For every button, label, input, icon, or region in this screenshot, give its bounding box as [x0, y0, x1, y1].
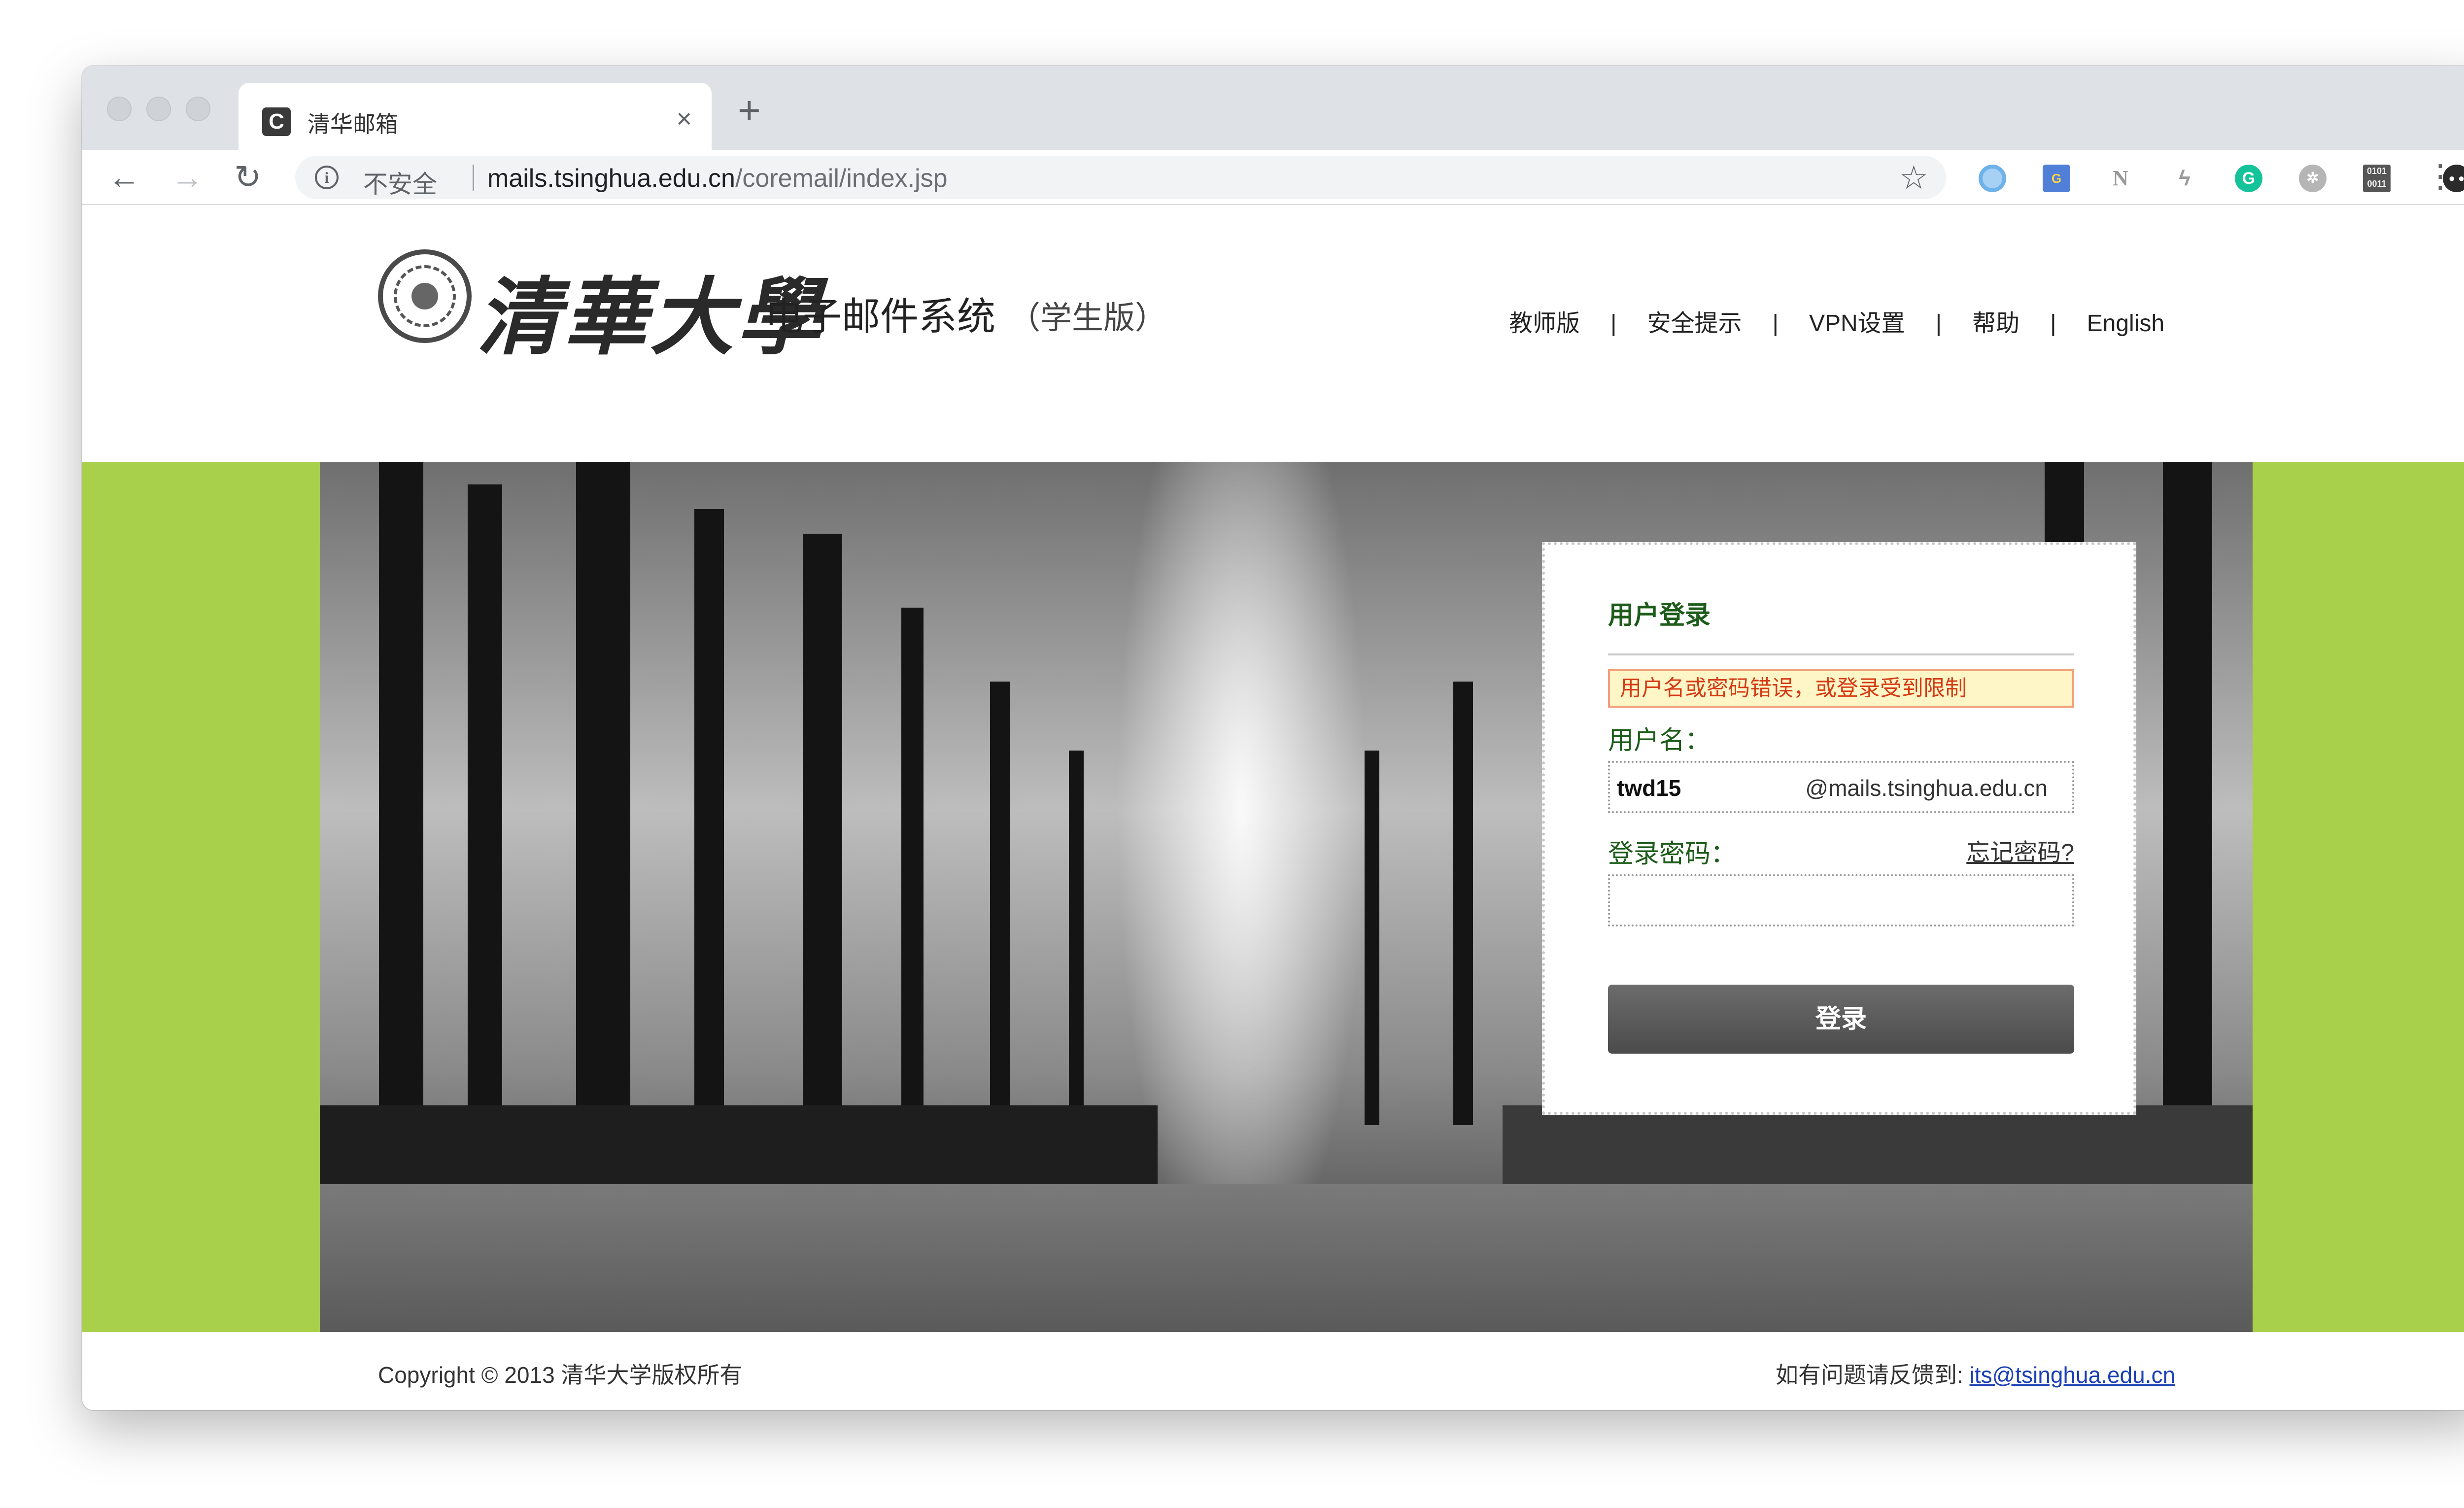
feedback-text: 如有问题请反馈到: its@tsinghua.edu.cn: [1776, 1357, 2175, 1390]
site-info-icon[interactable]: i: [315, 166, 339, 189]
new-tab-icon[interactable]: +: [738, 91, 761, 130]
nav-separator: |: [1772, 310, 1779, 337]
url-text[interactable]: mails.tsinghua.edu.cn/coremail/index.jsp: [487, 164, 948, 193]
nav-separator: |: [1610, 310, 1617, 337]
insecure-label: 不安全: [363, 171, 437, 198]
login-error-message: 用户名或密码错误，或登录受到限制: [1608, 669, 2074, 708]
tree-trunk: [1069, 751, 1084, 1125]
password-label: 登录密码：: [1608, 840, 1737, 868]
nav-help[interactable]: 帮助: [1972, 310, 2019, 337]
tab-close-icon[interactable]: ×: [676, 103, 692, 134]
tree-trunk: [990, 682, 1010, 1125]
circle-ext-icon[interactable]: [1979, 165, 2006, 192]
minimize-window-icon[interactable]: [146, 97, 171, 121]
feedback-email-link[interactable]: its@tsinghua.edu.cn: [1970, 1362, 2176, 1388]
nav-english[interactable]: English: [2087, 310, 2164, 337]
binary-ext-icon[interactable]: 0101 0011: [2363, 165, 2391, 192]
address-bar[interactable]: i 不安全 mails.tsinghua.edu.cn/coremail/ind…: [295, 156, 1946, 199]
reload-icon[interactable]: ↻: [234, 161, 261, 193]
road: [320, 1184, 2253, 1332]
tree-trunk: [694, 509, 724, 1125]
system-name: 电子邮件系统: [765, 295, 996, 338]
tree-trunk: [468, 484, 502, 1125]
tree-trunk: [1365, 751, 1379, 1125]
site-favicon-icon: C: [262, 107, 291, 136]
grammarly-ext-icon[interactable]: G: [2235, 165, 2262, 192]
hedge: [320, 1105, 1158, 1184]
tab-title: 清华邮箱: [308, 111, 398, 137]
gear-ext-icon[interactable]: ✲: [2299, 165, 2327, 192]
domain-suffix: @mails.tsinghua.edu.cn: [1805, 775, 2048, 801]
copyright-text: Copyright © 2013 清华大学版权所有: [378, 1362, 743, 1388]
nav-teacher-edition[interactable]: 教师版: [1509, 310, 1580, 337]
tree-trunk: [379, 462, 423, 1125]
login-divider: [1608, 653, 2074, 655]
n-ext-icon[interactable]: N: [2107, 165, 2134, 192]
browser-window: C 清华邮箱 × + ← → ↻ i 不安全 mails.tsinghua.ed…: [82, 66, 2464, 1410]
forgot-password-link[interactable]: 忘记密码?: [1966, 833, 2074, 867]
bookmark-star-icon[interactable]: ☆: [1899, 159, 1928, 197]
feedback-prefix: 如有问题请反馈到:: [1776, 1362, 1970, 1388]
nav-security-tips[interactable]: 安全提示: [1647, 310, 1742, 337]
tsinghua-seal-logo: [378, 249, 472, 343]
url-host: mails.tsinghua.edu.cn: [487, 164, 735, 193]
edition-label: （学生版）: [1009, 300, 1166, 337]
username-value: twd15: [1617, 775, 1681, 801]
nav-separator: |: [1935, 310, 1942, 337]
username-label: 用户名：: [1608, 726, 1711, 755]
forward-icon[interactable]: →: [171, 161, 204, 193]
nav-separator: |: [2050, 310, 2056, 337]
omnibox-divider: [473, 165, 474, 191]
tree-trunk: [1453, 682, 1473, 1125]
tab-strip: C 清华邮箱 × +: [82, 66, 2464, 150]
tree-trunk: [803, 534, 842, 1125]
top-navigation: 教师版 | 安全提示 | VPN设置 | 帮助 | English: [1509, 304, 2164, 338]
hedge: [1503, 1105, 2253, 1184]
active-tab[interactable]: C 清华邮箱 ×: [239, 83, 712, 150]
tree-trunk: [2163, 462, 2212, 1125]
translate-ext-icon[interactable]: G: [2043, 165, 2070, 192]
login-panel: 用户登录 用户名或密码错误，或登录受到限制 用户名： twd15 @mails.…: [1542, 542, 2136, 1115]
chrome-menu-icon[interactable]: ⋮: [2425, 160, 2456, 192]
desktop-background: C 清华邮箱 × + ← → ↻ i 不安全 mails.tsinghua.ed…: [0, 0, 2464, 1508]
browser-toolbar: ← → ↻ i 不安全 mails.tsinghua.edu.cn/corema…: [82, 150, 2464, 205]
password-input[interactable]: [1608, 874, 2074, 926]
maximize-window-icon[interactable]: [186, 97, 210, 121]
nav-vpn-settings[interactable]: VPN设置: [1809, 310, 1905, 337]
url-path: /coremail/index.jsp: [735, 164, 948, 193]
back-icon[interactable]: ←: [108, 161, 140, 193]
login-button[interactable]: 登录: [1608, 985, 2074, 1054]
tree-trunk: [901, 608, 924, 1125]
webpage: 清華大學 电子邮件系统 （学生版） 教师版 | 安全提示 | VPN设置 | 帮助 | Engl…: [82, 205, 2464, 1410]
username-input[interactable]: twd15 @mails.tsinghua.edu.cn: [1608, 761, 2074, 813]
login-title: 用户登录: [1608, 601, 1711, 630]
tree-trunk: [576, 462, 630, 1125]
close-window-icon[interactable]: [107, 97, 132, 121]
bolt-ext-icon[interactable]: ϟ: [2171, 165, 2198, 192]
